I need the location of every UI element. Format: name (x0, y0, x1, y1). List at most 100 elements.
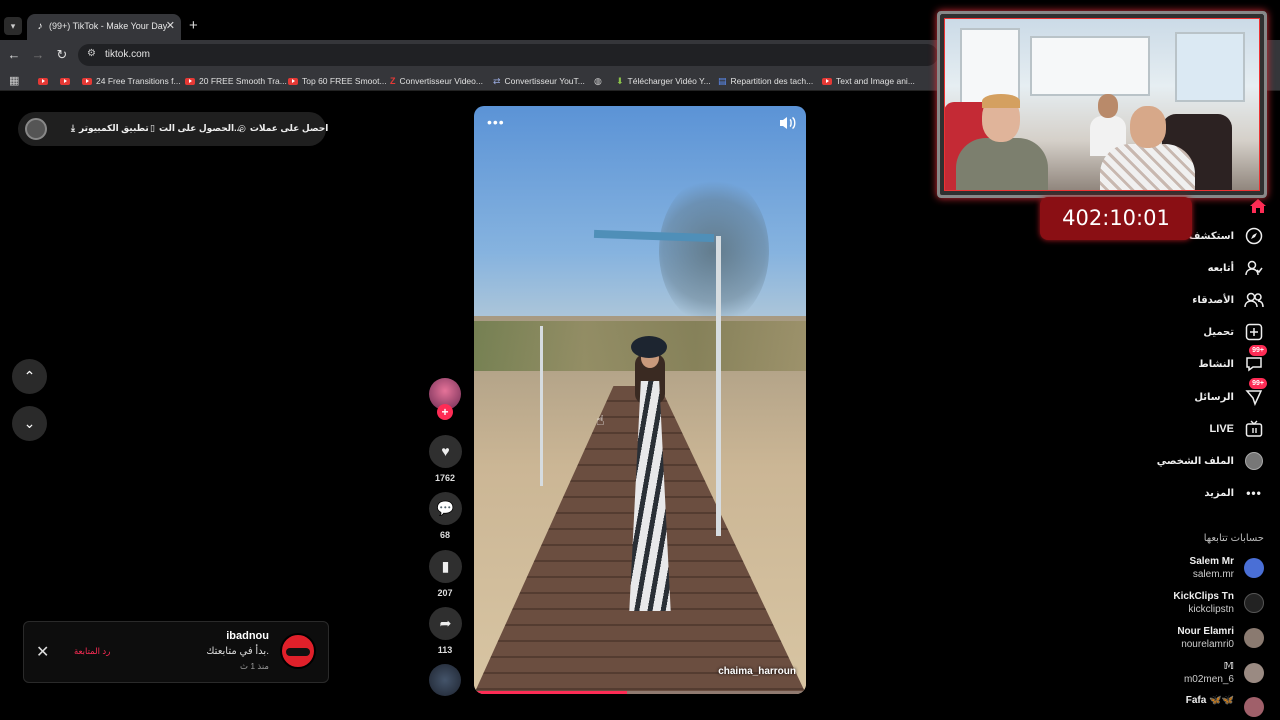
notification-avatar[interactable] (280, 633, 316, 669)
share-count: 113 (437, 645, 453, 655)
video-author[interactable]: chaima_harroun (718, 666, 796, 677)
bookmark-5[interactable]: Top 60 FREE Smoot... (288, 74, 387, 88)
following-account-kickclips[interactable]: KickClips Tn kickclipstn (1104, 589, 1264, 617)
bookmark-8[interactable]: ◍ (594, 74, 602, 88)
back-icon[interactable]: ← (6, 47, 22, 63)
save-button[interactable]: ▮ (429, 550, 462, 583)
nav-home[interactable] (1248, 196, 1268, 216)
avatar (1244, 558, 1264, 578)
forward-icon[interactable]: → (30, 47, 46, 63)
bookmark-3[interactable]: 24 Free Transitions f... (82, 74, 181, 88)
sidebar-item-label: استكشف (1188, 230, 1234, 242)
bookmark-4[interactable]: 20 FREE Smooth Tra... (185, 74, 287, 88)
more-icon: ••• (1246, 486, 1262, 500)
phone-icon: ▯ (150, 123, 155, 133)
following-account-nour[interactable]: Nour Elamri nourelamri0 (1104, 624, 1264, 652)
get-app-button[interactable]: ▯ الحصول على الت... (150, 123, 242, 134)
tab-search-icon[interactable]: ▾ (4, 17, 22, 35)
home-icon (1248, 196, 1268, 216)
video-player[interactable]: ••• chaima_harroun (474, 106, 806, 694)
reload-icon[interactable]: ↻ (54, 47, 70, 63)
share-icon: ➦ (439, 615, 452, 631)
avatar (1244, 697, 1264, 717)
comment-icon: 💬 (436, 500, 455, 516)
account-handle: m02men_6 (1183, 674, 1234, 685)
subject-dress (629, 381, 671, 611)
volume-icon[interactable] (778, 115, 796, 131)
youtube-icon (822, 77, 832, 85)
sidebar-item-label: أتابعه (1207, 262, 1234, 274)
convert-icon: ⇄ (493, 76, 501, 86)
get-coins-label: احصل على عملات (249, 123, 329, 133)
bookmark-6[interactable]: Z Convertisseur Video... (390, 74, 483, 88)
sidebar-item-label: LIVE (1209, 423, 1234, 435)
sidebar-item-label: تحميل (1203, 326, 1234, 338)
get-app-label: الحصول على الت... (158, 123, 242, 133)
video-tree (659, 176, 769, 326)
next-video-button[interactable]: ⌄ (12, 406, 47, 441)
youtube-icon (60, 77, 70, 85)
site-info-icon[interactable]: ⚙ (87, 48, 96, 59)
following-account-fafa[interactable]: Fafa 🦋🦋 (1104, 693, 1264, 720)
address-bar[interactable]: ⚙ tiktok.com (78, 44, 938, 66)
bookmark-icon: ▮ (441, 558, 450, 574)
follow-plus-icon[interactable]: + (437, 404, 453, 420)
previous-video-button[interactable]: ⌃ (12, 359, 47, 394)
new-tab-icon[interactable]: + (189, 18, 198, 34)
sidebar-item-explore[interactable]: استكشف (1189, 226, 1264, 246)
follow-back-button[interactable]: رد المتابعة (74, 646, 110, 657)
video-subject (619, 336, 679, 616)
tab-close-icon[interactable]: ✕ (166, 20, 175, 32)
sidebar-item-following[interactable]: أتابعه (1208, 258, 1264, 278)
activity-icon: 99+ (1244, 345, 1267, 374)
download-icon: ⤓ (71, 123, 75, 133)
bookmark-7[interactable]: ⇄ Convertisseur YouT... (493, 74, 585, 88)
sidebar-item-more[interactable]: المزيد ••• (1204, 483, 1264, 503)
more-options-icon[interactable]: ••• (487, 114, 505, 130)
bookmark-label: Télécharger Vidéo Y... (627, 76, 711, 86)
tab-title: (99+) TikTok - Make Your Day (49, 21, 168, 31)
bookmark-label: 20 FREE Smooth Tra... (199, 76, 287, 86)
sidebar-item-messages[interactable]: الرسائل 99+ (1194, 378, 1267, 407)
avatar (1244, 663, 1264, 683)
desktop-app-label: تطبيق الكمبيوتر (78, 123, 149, 133)
like-button[interactable]: ♥ (429, 435, 462, 468)
account-name: KickClips Tn (1173, 591, 1234, 602)
notification-username[interactable]: ibadnou (226, 630, 269, 642)
download-icon: ⬇ (616, 76, 624, 86)
youtube-icon (82, 77, 92, 85)
sidebar-item-upload[interactable]: تحميل (1203, 322, 1264, 342)
close-icon[interactable]: ✕ (36, 642, 49, 662)
sidebar-item-label: الأصدقاء (1192, 294, 1234, 306)
notification-time: منذ 1 ث (239, 661, 269, 671)
avatar[interactable] (25, 118, 47, 140)
sidebar-item-live[interactable]: LIVE (1210, 419, 1264, 439)
bookmark-11[interactable]: Text and Image ani... (822, 74, 915, 88)
sidebar-item-label: المزيد (1204, 487, 1234, 499)
apps-grid-icon[interactable]: ▦ (9, 74, 19, 87)
share-button[interactable]: ➦ (429, 607, 462, 640)
desktop-app-button[interactable]: ⤓ تطبيق الكمبيوتر (71, 123, 149, 134)
sidebar-item-friends[interactable]: الأصدقاء (1192, 290, 1264, 310)
youtube-icon (288, 77, 298, 85)
coin-icon: ◎ (238, 123, 246, 133)
sidebar-item-activity[interactable]: النشاط 99+ (1198, 345, 1267, 374)
music-disc-icon[interactable] (429, 664, 461, 696)
video-progress-bar[interactable] (474, 691, 806, 694)
bookmark-1[interactable] (38, 74, 48, 88)
avatar (1244, 593, 1264, 613)
bookmark-2[interactable] (60, 74, 70, 88)
bookmark-9[interactable]: ⬇ Télécharger Vidéo Y... (616, 74, 711, 88)
following-account-salem[interactable]: Salem Mr salem.mr (1104, 554, 1264, 582)
comment-button[interactable]: 💬 (429, 492, 462, 525)
sidebar-item-profile[interactable]: الملف الشخصي (1157, 451, 1264, 471)
bookmark-label: Text and Image ani... (836, 76, 915, 86)
top-action-bar: ⤓ تطبيق الكمبيوتر ▯ الحصول على الت... ◎ … (18, 112, 328, 146)
tab-tiktok[interactable]: ♪ (99+) TikTok - Make Your Day ✕ (27, 14, 181, 40)
following-account-m02men[interactable]: 𝕄 m02men_6 (1104, 659, 1264, 687)
youtube-icon (185, 77, 195, 85)
bookmark-10[interactable]: ▤ Repartition des tach... (718, 74, 813, 88)
get-coins-button[interactable]: ◎ احصل على عملات (238, 123, 328, 134)
activity-badge: 99+ (1249, 345, 1267, 356)
chevron-down-icon: ⌄ (23, 415, 36, 431)
